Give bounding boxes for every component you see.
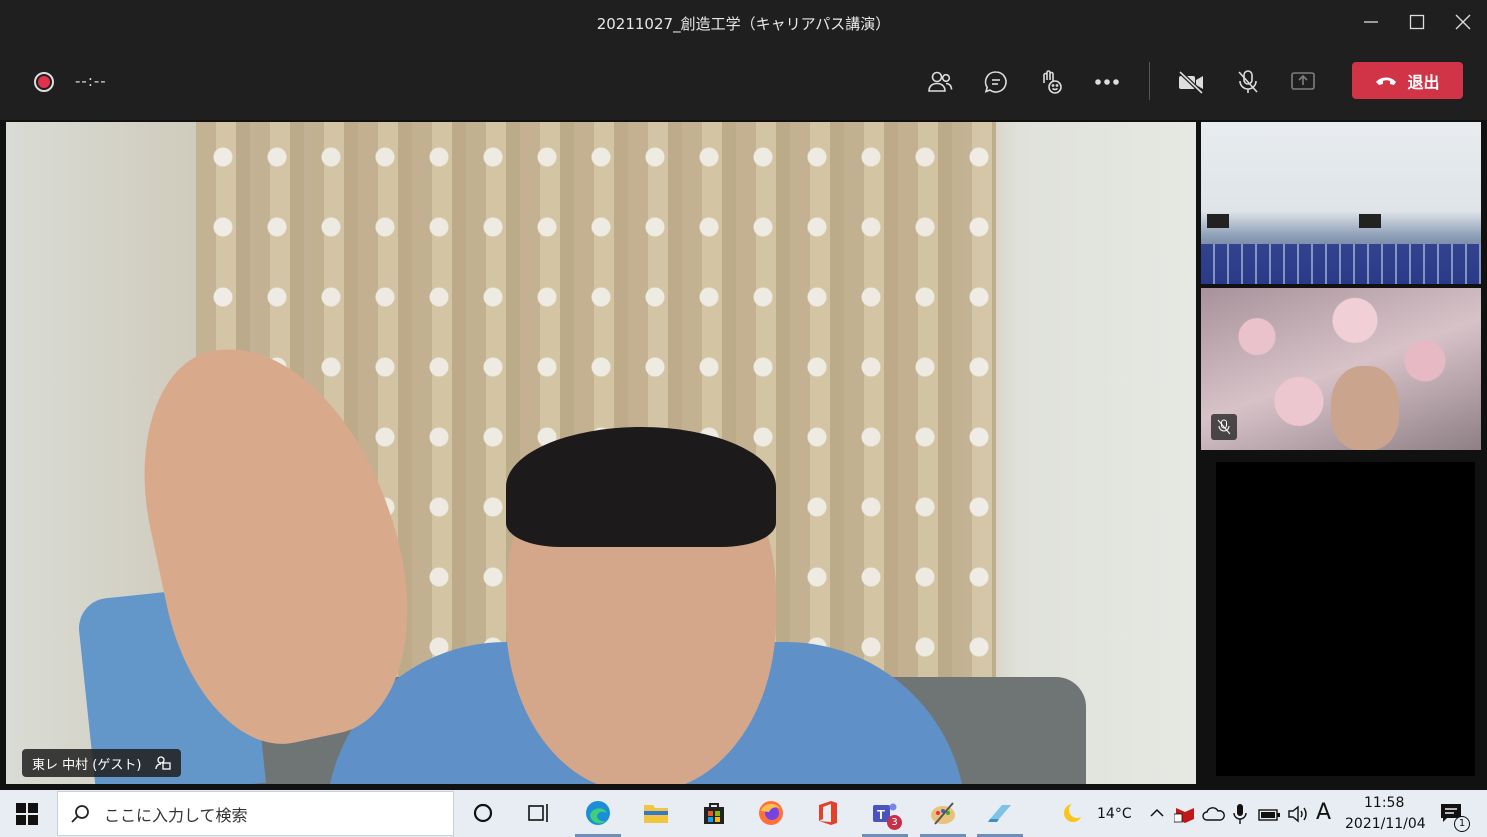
chat-icon: [984, 71, 1007, 93]
firefox-icon: [759, 801, 783, 825]
minimize-button[interactable]: [1356, 8, 1386, 36]
record-icon: [34, 72, 54, 92]
title-bar: 20211027_創造工学（キャリアパス講演）: [0, 0, 1487, 46]
eraser-app[interactable]: [985, 798, 1015, 828]
speaker-hair: [506, 427, 776, 547]
clock-date[interactable]: 2021/11/04: [1345, 816, 1426, 832]
file-explorer-app[interactable]: [641, 798, 671, 828]
reactions-icon: [1043, 70, 1062, 94]
classroom-desks: [1201, 244, 1481, 284]
camera-toggle-button[interactable]: [1171, 64, 1211, 100]
participant-tile-video-off[interactable]: [1216, 462, 1475, 776]
office-app[interactable]: [813, 798, 843, 828]
edge-icon: [586, 801, 610, 825]
close-icon: [1455, 14, 1471, 30]
weather-temperature: 14°C: [1097, 806, 1132, 822]
store-app[interactable]: [699, 798, 729, 828]
maximize-button[interactable]: [1402, 8, 1432, 36]
file-explorer-icon: [644, 805, 668, 823]
paint-icon: [931, 802, 955, 825]
share-button[interactable]: [1283, 64, 1323, 100]
mic-off-icon: [1238, 70, 1258, 93]
microphone-icon[interactable]: [1233, 803, 1247, 825]
volume-icon[interactable]: [1287, 805, 1309, 823]
toolbar-divider: [1149, 62, 1150, 100]
chevron-up-icon[interactable]: [1150, 808, 1164, 818]
teams-app[interactable]: T 3: [870, 798, 902, 830]
close-button[interactable]: [1448, 8, 1478, 36]
video-stage: 東レ 中村 (ゲスト): [0, 120, 1487, 790]
participant-face: [1331, 366, 1399, 450]
windows-start-icon: [16, 803, 38, 825]
participant-name: 東レ 中村 (ゲスト): [32, 757, 142, 773]
participant-tile-blossom[interactable]: [1201, 288, 1481, 450]
notification-count: 1: [1454, 816, 1470, 832]
classroom-tv: [1207, 214, 1229, 228]
action-center-button[interactable]: 1: [1436, 798, 1470, 832]
participants-button[interactable]: [920, 64, 960, 100]
maximize-icon: [1409, 14, 1425, 30]
windows-taskbar: ここに入力して検索 T 3 14°C A 11:58 2021/11/04 1: [0, 790, 1487, 837]
meeting-toolbar: --:-- 退出: [0, 46, 1487, 120]
weather-icon: [1064, 802, 1085, 822]
cortana-icon: [473, 803, 493, 823]
teams-notification-badge: 3: [887, 815, 902, 830]
mic-off-icon: [1217, 419, 1231, 435]
onedrive-icon[interactable]: [1202, 806, 1226, 822]
mcafee-icon[interactable]: [1174, 804, 1196, 824]
window-title: 20211027_創造工学（キャリアパス講演）: [596, 15, 891, 33]
share-icon: [1291, 72, 1315, 90]
classroom-tv: [1359, 214, 1381, 228]
paint-app[interactable]: [928, 798, 958, 828]
weather-widget[interactable]: [1058, 798, 1088, 828]
svg-text:T: T: [877, 807, 885, 822]
firefox-app[interactable]: [756, 798, 786, 828]
task-view-button[interactable]: [524, 798, 554, 828]
leave-label: 退出: [1407, 72, 1440, 92]
eraser-app-icon: [988, 805, 1011, 822]
guest-icon: [155, 756, 172, 770]
ime-indicator[interactable]: A: [1316, 800, 1331, 825]
battery-icon[interactable]: [1258, 806, 1282, 822]
store-icon: [704, 803, 724, 824]
mic-toggle-button[interactable]: [1228, 64, 1268, 100]
camera-off-icon: [1178, 70, 1204, 94]
main-video-feed[interactable]: 東レ 中村 (ゲスト): [6, 122, 1196, 784]
chat-button[interactable]: [976, 64, 1016, 100]
task-view-icon: [528, 804, 548, 822]
start-button[interactable]: [16, 803, 38, 829]
participants-icon: [928, 71, 953, 92]
clock-time[interactable]: 11:58: [1364, 795, 1404, 811]
leave-button[interactable]: 退出: [1352, 62, 1463, 99]
hangup-icon: [1376, 77, 1397, 85]
office-icon: [819, 801, 837, 825]
taskbar-search-box[interactable]: ここに入力して検索: [57, 791, 454, 836]
minimize-icon: [1364, 21, 1378, 23]
participant-tile-classroom[interactable]: [1201, 122, 1481, 284]
reactions-button[interactable]: [1031, 64, 1071, 100]
more-icon: [1095, 79, 1119, 85]
more-actions-button[interactable]: [1087, 64, 1127, 100]
search-placeholder: ここに入力して検索: [104, 805, 248, 825]
edge-app[interactable]: [583, 798, 613, 828]
cortana-button[interactable]: [468, 798, 498, 828]
muted-indicator: [1211, 414, 1237, 440]
search-icon: [71, 804, 89, 823]
participant-name-tag: 東レ 中村 (ゲスト): [22, 749, 182, 777]
recording-timer: --:--: [75, 72, 107, 90]
